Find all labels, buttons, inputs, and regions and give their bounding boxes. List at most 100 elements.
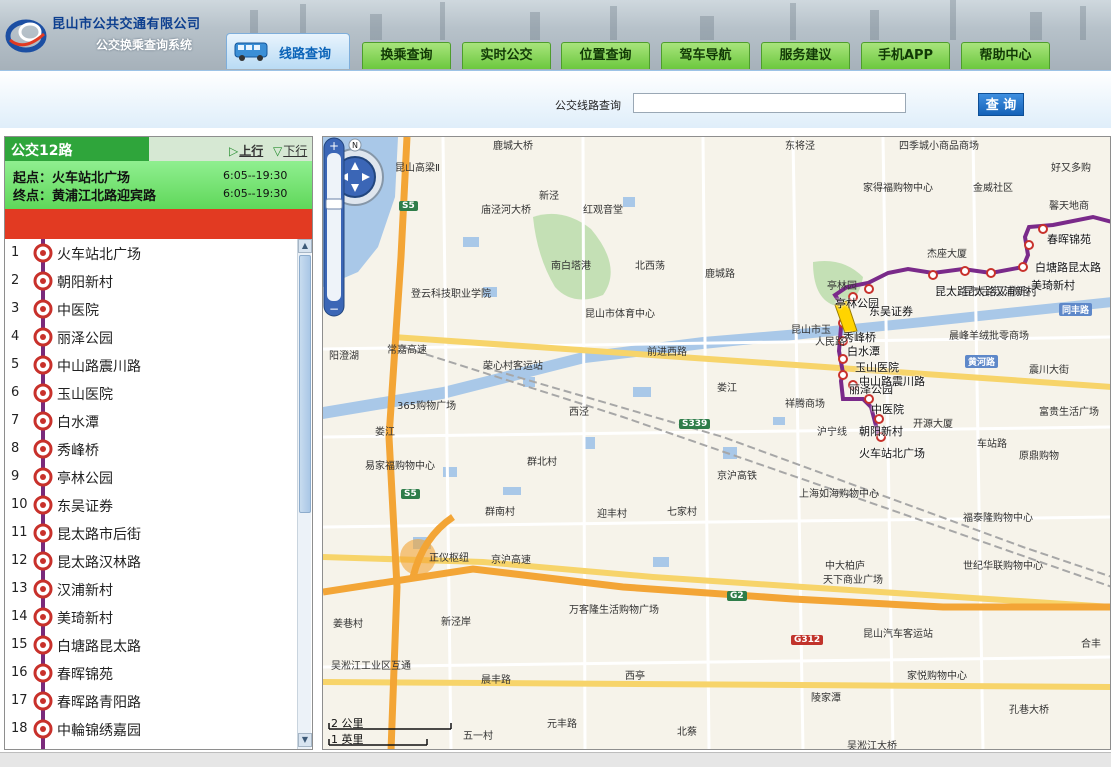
map-stop-marker[interactable] xyxy=(1024,240,1034,250)
stop-item[interactable]: 9 亭林公园 xyxy=(5,463,297,491)
stop-name[interactable]: 春晖路青阳路 xyxy=(57,692,141,712)
map-label: 家悦购物中心 xyxy=(907,671,967,682)
map-stop-label[interactable]: 中医院 xyxy=(871,401,904,417)
stop-name[interactable]: 秀峰桥 xyxy=(57,440,99,460)
stop-number: 5 xyxy=(11,357,20,372)
bus-stop-marker-icon xyxy=(33,355,53,375)
tab-realtime-bus[interactable]: 实时公交 xyxy=(462,42,551,69)
road-s5-bottom: S5 xyxy=(401,489,420,499)
stop-item[interactable]: 2 朝阳新村 xyxy=(5,267,297,295)
bus-stop-marker-icon xyxy=(33,243,53,263)
tab-help-center[interactable]: 帮助中心 xyxy=(961,42,1050,69)
stop-name[interactable]: 白塘路昆太路 xyxy=(57,636,141,656)
stop-name[interactable]: 火车站北广场 xyxy=(57,244,141,264)
stop-item[interactable]: 12 昆太路汉林路 xyxy=(5,547,297,575)
map-stop-marker[interactable] xyxy=(960,266,970,276)
map-stop-label[interactable]: 火车站北广场 xyxy=(859,445,925,461)
stop-number: 12 xyxy=(11,553,28,568)
stop-name[interactable]: 玉山医院 xyxy=(57,384,113,404)
stop-name[interactable]: 亭林公园 xyxy=(57,468,113,488)
direction-up-link[interactable]: ▷上行 xyxy=(229,142,263,159)
stop-name[interactable]: 中医院 xyxy=(57,300,99,320)
scale-mile: 1 英里 xyxy=(331,733,364,746)
stop-item[interactable]: 6 玉山医院 xyxy=(5,379,297,407)
stop-name[interactable]: 汉浦新村 xyxy=(57,580,113,600)
bus-stop-marker-icon xyxy=(33,663,53,683)
stop-number: 17 xyxy=(11,693,28,708)
stop-list-scrollbar[interactable]: ▲ ▼ xyxy=(297,239,312,749)
map-stop-label[interactable]: 中山路震川路 xyxy=(859,373,925,389)
scroll-up-arrow-icon[interactable]: ▲ xyxy=(298,239,312,253)
bus-stop-marker-icon xyxy=(33,439,53,459)
search-button[interactable]: 查 询 xyxy=(978,93,1024,116)
map-label: 车站路 xyxy=(977,439,1007,450)
map-label: 迎丰村 xyxy=(597,509,627,520)
map-zoom-slider[interactable]: + − xyxy=(323,137,345,317)
map-stop-label[interactable]: 美琦新村 xyxy=(1031,277,1075,293)
tab-mobile-app[interactable]: 手机APP xyxy=(861,42,950,69)
map-stop-marker[interactable] xyxy=(1018,262,1028,272)
stop-item[interactable]: 1 火车站北广场 xyxy=(5,239,297,267)
stop-item[interactable]: 15 白塘路昆太路 xyxy=(5,631,297,659)
map-stop-marker[interactable] xyxy=(838,354,848,364)
stop-item[interactable]: 4 丽泽公园 xyxy=(5,323,297,351)
map-stop-marker[interactable] xyxy=(986,268,996,278)
stop-item[interactable]: 10 东吴证券 xyxy=(5,491,297,519)
map-label: 陵家潭 xyxy=(811,693,841,704)
stop-item[interactable]: 18 中輪锦绣嘉园 xyxy=(5,715,297,743)
tab-driving-navigation[interactable]: 驾车导航 xyxy=(661,42,750,69)
site-logo[interactable]: 昆山市公共交通有限公司 公交换乘查询系统 xyxy=(0,4,225,64)
map-stop-marker[interactable] xyxy=(838,370,848,380)
stop-name[interactable]: 丽泽公园 xyxy=(57,328,113,348)
stop-item[interactable]: 8 秀峰桥 xyxy=(5,435,297,463)
map-label: 馨天地商 xyxy=(1049,201,1089,212)
stop-item[interactable]: 17 春晖路青阳路 xyxy=(5,687,297,715)
stop-number: 2 xyxy=(11,273,20,288)
stop-name[interactable]: 中輪锦绣嘉园 xyxy=(57,720,141,740)
stop-name[interactable]: 白水潭 xyxy=(57,412,99,432)
tab-service-suggestion[interactable]: 服务建议 xyxy=(761,42,850,69)
map-stop-label[interactable]: 东吴证券 xyxy=(869,303,913,319)
map-label: 福泰隆购物中心 xyxy=(963,513,1033,524)
tab-transfer-query[interactable]: 换乘查询 xyxy=(362,42,451,69)
route-name: 公交12路 xyxy=(11,143,73,159)
route-search-input[interactable] xyxy=(633,93,906,113)
map-label: 家得福购物中心 xyxy=(863,183,933,194)
tab-line-query[interactable]: 线路查询 xyxy=(226,33,350,69)
stop-name[interactable]: 昆太路市后街 xyxy=(57,524,141,544)
stop-name[interactable]: 美琦新村 xyxy=(57,608,113,628)
map-label: 吴淞江大桥 xyxy=(847,741,897,750)
stop-item[interactable]: 16 春晖锦苑 xyxy=(5,659,297,687)
scroll-down-arrow-icon[interactable]: ▼ xyxy=(298,733,312,747)
map-stop-label[interactable]: 白塘路昆太路 xyxy=(1035,259,1101,275)
stop-item[interactable]: 11 昆太路市后街 xyxy=(5,519,297,547)
stop-item[interactable]: 7 白水潭 xyxy=(5,407,297,435)
stop-name[interactable]: 中山路震川路 xyxy=(57,356,141,376)
map-label: 孔巷大桥 xyxy=(1009,705,1049,716)
map-stop-label[interactable]: 玉山医院 xyxy=(855,359,899,375)
map-stop-label[interactable]: 朝阳新村 xyxy=(859,423,903,439)
map-stop-label[interactable]: 白水潭 xyxy=(847,343,880,359)
map-label: 人民路 xyxy=(815,337,845,348)
map-stop-marker[interactable] xyxy=(864,284,874,294)
map-stop-label[interactable]: 春晖锦苑 xyxy=(1047,231,1091,247)
stop-name[interactable]: 朝阳新村 xyxy=(57,272,113,292)
map-stop-marker[interactable] xyxy=(928,270,938,280)
tab-location-query[interactable]: 位置查询 xyxy=(561,42,650,69)
bus-stop-marker-icon xyxy=(33,607,53,627)
map-label: 昆山汽车客运站 xyxy=(863,629,933,640)
stop-item[interactable]: 14 美琦新村 xyxy=(5,603,297,631)
stop-item[interactable]: 5 中山路震川路 xyxy=(5,351,297,379)
map-label: 金威社区 xyxy=(973,183,1013,194)
map-stop-label[interactable]: 秀峰桥 xyxy=(843,329,876,345)
stop-name[interactable]: 东吴证券 xyxy=(57,496,113,516)
stop-name[interactable]: 春晖锦苑 xyxy=(57,664,113,684)
direction-down-link[interactable]: ▽下行 xyxy=(273,142,307,159)
stop-item[interactable]: 3 中医院 xyxy=(5,295,297,323)
stop-item[interactable]: 13 汉浦新村 xyxy=(5,575,297,603)
stop-name[interactable]: 昆太路汉林路 xyxy=(57,552,141,572)
scrollbar-thumb[interactable] xyxy=(299,255,311,513)
stop-number: 15 xyxy=(11,637,28,652)
map-stop-marker[interactable] xyxy=(1038,224,1048,234)
map-view[interactable]: 鹿城大桥 东将泾 昆山高梁Ⅱ 新泾 庙泾河大桥 红观音堂 南白塔港 北西荡 鹿城路 登云科技职业学… xyxy=(322,136,1111,750)
